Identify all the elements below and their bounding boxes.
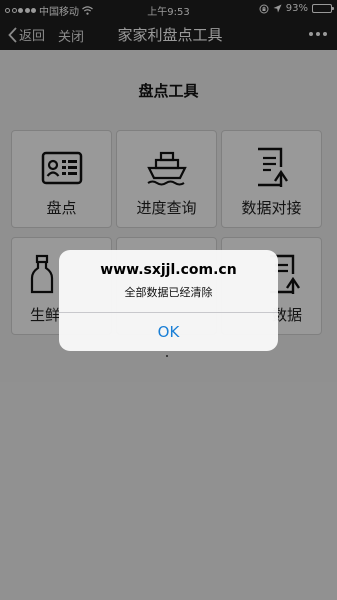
dialog-message: 全部数据已经清除 xyxy=(124,286,213,299)
dialog-title: www.sxjjl.com.cn xyxy=(100,262,237,278)
ok-button[interactable]: OK xyxy=(59,313,278,351)
alert-dialog: www.sxjjl.com.cn 全部数据已经清除 OK xyxy=(59,250,278,351)
loading-dot xyxy=(166,355,168,357)
